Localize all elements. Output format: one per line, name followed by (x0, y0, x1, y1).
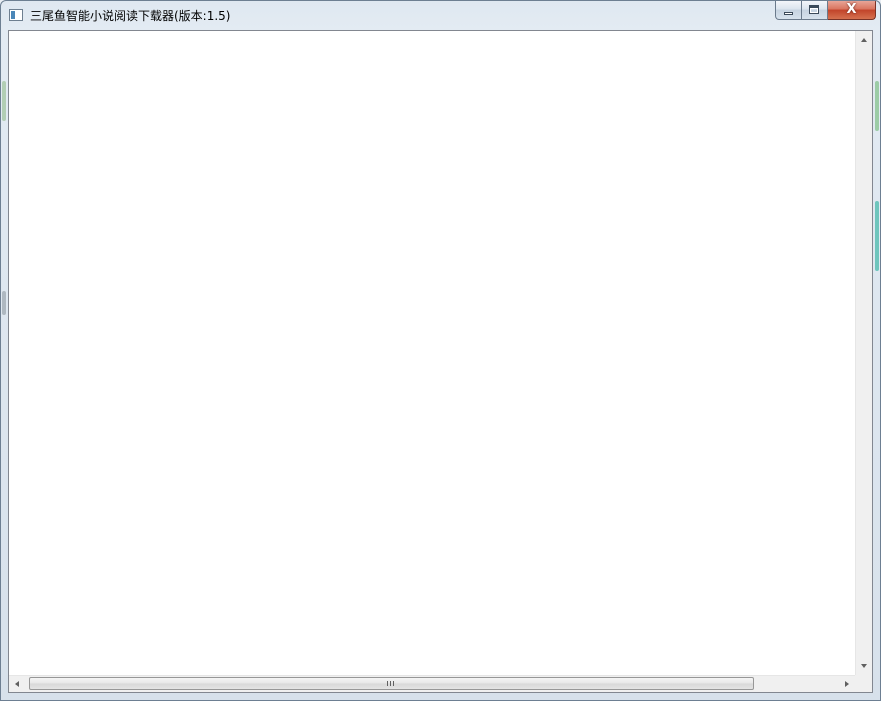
frame-blur-hint (2, 291, 6, 315)
maximize-icon (809, 5, 819, 14)
caption-buttons: X (775, 1, 876, 21)
minimize-button[interactable] (775, 1, 802, 20)
content-area[interactable] (8, 30, 873, 693)
horizontal-scrollbar[interactable] (9, 675, 855, 692)
grip-icon (387, 681, 394, 686)
close-button[interactable]: X (828, 1, 876, 20)
arrow-up-icon[interactable] (861, 38, 867, 42)
horizontal-scroll-thumb[interactable] (29, 677, 754, 690)
arrow-down-icon[interactable] (861, 664, 867, 668)
frame-blur-hint (875, 201, 879, 271)
frame-blur-hint (2, 81, 6, 121)
title-bar[interactable]: 三尾鱼智能小说阅读下载器(版本:1.5) X (1, 1, 880, 30)
minimize-icon (784, 12, 793, 15)
maximize-button[interactable] (802, 1, 828, 20)
arrow-right-icon[interactable] (845, 681, 849, 687)
frame-blur-hint (875, 81, 879, 131)
scrollbar-corner (855, 675, 872, 692)
vertical-scrollbar[interactable] (855, 31, 872, 675)
app-window: 三尾鱼智能小说阅读下载器(版本:1.5) X (0, 0, 881, 701)
window-title: 三尾鱼智能小说阅读下载器(版本:1.5) (30, 9, 231, 23)
arrow-left-icon[interactable] (15, 681, 19, 687)
close-icon: X (846, 2, 857, 17)
app-window-icon[interactable] (9, 9, 23, 21)
